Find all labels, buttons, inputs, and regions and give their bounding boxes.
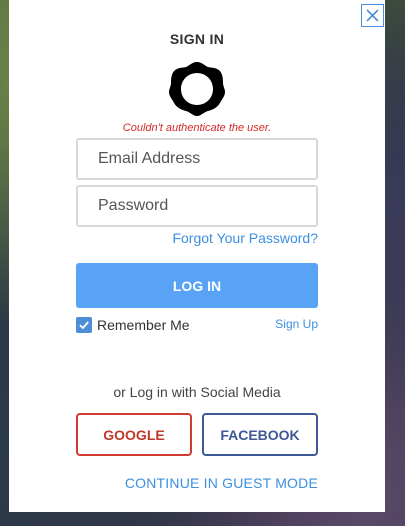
app-logo (169, 62, 225, 116)
forgot-password-link[interactable]: Forgot Your Password? (172, 230, 318, 246)
remember-me-label: Remember Me (97, 317, 190, 333)
email-field[interactable] (76, 138, 318, 180)
dialog-title: SIGN IN (169, 31, 225, 47)
checkbox-checked-icon[interactable] (76, 317, 92, 333)
facebook-login-button[interactable]: FACEBOOK (202, 413, 318, 456)
sign-up-link[interactable]: Sign Up (275, 317, 318, 331)
remember-me-checkbox[interactable]: Remember Me (76, 317, 190, 333)
sign-in-dialog: SIGN IN Couldn't authenticate the user. … (9, 0, 385, 512)
social-login-label: or Log in with Social Media (113, 384, 281, 400)
guest-mode-link[interactable]: CONTINUE IN GUEST MODE (125, 475, 318, 491)
password-field[interactable] (76, 185, 318, 227)
login-button[interactable]: LOG IN (76, 263, 318, 308)
close-icon (366, 9, 379, 22)
google-login-button[interactable]: GOOGLE (76, 413, 192, 456)
close-button[interactable] (361, 4, 384, 27)
error-message: Couldn't authenticate the user. (122, 122, 272, 134)
